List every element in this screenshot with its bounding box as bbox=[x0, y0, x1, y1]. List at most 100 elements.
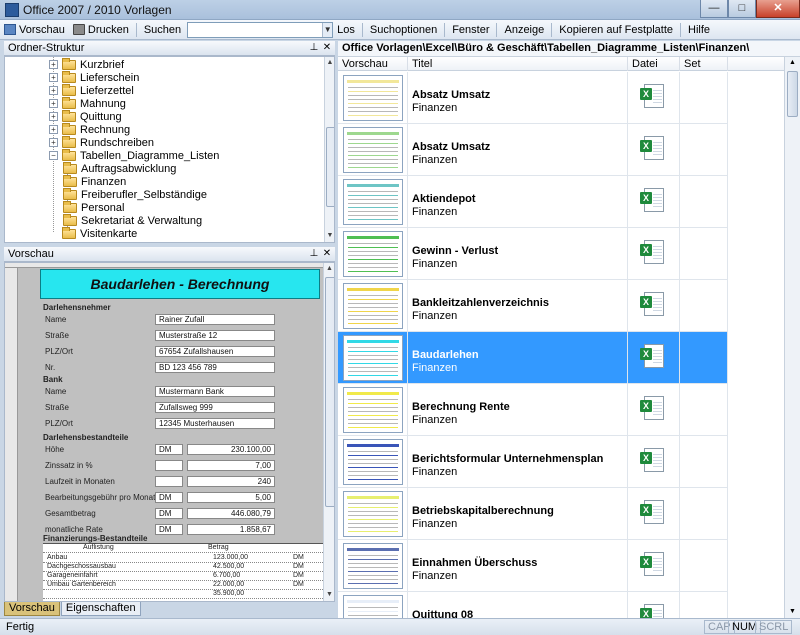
preview-cell[interactable] bbox=[338, 124, 408, 176]
list-item[interactable]: Absatz Umsatz Finanzen bbox=[338, 124, 784, 176]
search-dropdown-icon[interactable]: ▼ bbox=[322, 22, 333, 37]
file-cell[interactable] bbox=[628, 332, 680, 384]
excel-file-icon[interactable] bbox=[640, 240, 664, 264]
tree-item[interactable]: Auftragsabwicklung bbox=[63, 161, 176, 175]
close-icon[interactable]: ✕ bbox=[322, 41, 332, 55]
close-icon[interactable]: ✕ bbox=[322, 247, 332, 261]
tree-item[interactable]: Visitenkarte bbox=[49, 226, 137, 240]
expander-icon[interactable]: − bbox=[49, 151, 58, 160]
preview-cell[interactable] bbox=[338, 228, 408, 280]
column-file[interactable]: Datei bbox=[628, 57, 680, 71]
template-thumbnail[interactable] bbox=[343, 335, 403, 381]
tree-scroll-thumb[interactable] bbox=[326, 127, 334, 207]
tree-item[interactable]: Sekretariat & Verwaltung bbox=[63, 213, 202, 227]
tab-properties[interactable]: Eigenschaften bbox=[60, 602, 141, 616]
scroll-down-icon[interactable]: ▼ bbox=[325, 230, 334, 242]
preview-cell[interactable] bbox=[338, 540, 408, 592]
file-cell[interactable] bbox=[628, 124, 680, 176]
template-thumbnail[interactable] bbox=[343, 543, 403, 589]
preview-cell[interactable] bbox=[338, 280, 408, 332]
excel-file-icon[interactable] bbox=[640, 84, 664, 108]
title-cell[interactable]: Betriebskapitalberechnung Finanzen bbox=[408, 488, 628, 540]
title-cell[interactable]: Absatz Umsatz Finanzen bbox=[408, 124, 628, 176]
preview-cell[interactable] bbox=[338, 488, 408, 540]
list-item[interactable]: Aktiendepot Finanzen bbox=[338, 176, 784, 228]
expander-icon[interactable]: + bbox=[49, 86, 58, 95]
file-cell[interactable] bbox=[628, 384, 680, 436]
tree-item[interactable]: + Lieferschein bbox=[49, 70, 139, 84]
file-cell[interactable] bbox=[628, 72, 680, 124]
pin-icon[interactable]: ⊥ bbox=[309, 247, 319, 261]
scroll-up-icon[interactable]: ▲ bbox=[325, 57, 334, 69]
tree-item[interactable]: + Lieferzettel bbox=[49, 83, 134, 97]
excel-file-icon[interactable] bbox=[640, 344, 664, 368]
list-scrollbar[interactable]: ▲ ▼ bbox=[784, 57, 800, 618]
title-cell[interactable]: Aktiendepot Finanzen bbox=[408, 176, 628, 228]
help-menu[interactable]: Hilfe bbox=[684, 21, 714, 39]
scroll-down-icon[interactable]: ▼ bbox=[785, 606, 800, 618]
tree-item[interactable]: − Tabellen_Diagramme_Listen bbox=[49, 148, 219, 162]
window-menu[interactable]: Fenster bbox=[448, 21, 493, 39]
title-cell[interactable]: Bankleitzahlenverzeichnis Finanzen bbox=[408, 280, 628, 332]
excel-file-icon[interactable] bbox=[640, 396, 664, 420]
column-title[interactable]: Titel bbox=[408, 57, 628, 71]
list-item[interactable]: Quittung 08Finanzen bbox=[338, 592, 784, 618]
tree-scrollbar[interactable]: ▲ ▼ bbox=[324, 57, 334, 242]
template-thumbnail[interactable] bbox=[343, 439, 403, 485]
title-cell[interactable]: Quittung 08Finanzen bbox=[408, 592, 628, 618]
template-thumbnail[interactable] bbox=[343, 283, 403, 329]
template-thumbnail[interactable] bbox=[343, 595, 403, 618]
list-item[interactable]: Absatz Umsatz Finanzen bbox=[338, 72, 784, 124]
preview-cell[interactable] bbox=[338, 592, 408, 618]
list-item[interactable]: Bankleitzahlenverzeichnis Finanzen bbox=[338, 280, 784, 332]
excel-file-icon[interactable] bbox=[640, 500, 664, 524]
list-item[interactable]: Einnahmen Überschuss Finanzen bbox=[338, 540, 784, 592]
template-thumbnail[interactable] bbox=[343, 231, 403, 277]
expander-icon[interactable]: + bbox=[49, 99, 58, 108]
list-item[interactable]: Baudarlehen Finanzen bbox=[338, 332, 784, 384]
list-item[interactable]: Betriebskapitalberechnung Finanzen bbox=[338, 488, 784, 540]
title-cell[interactable]: Berichtsformular Unternehmensplan Finanze… bbox=[408, 436, 628, 488]
maximize-button[interactable]: □ bbox=[728, 0, 756, 18]
template-thumbnail[interactable] bbox=[343, 127, 403, 173]
list-scroll-thumb[interactable] bbox=[787, 71, 798, 117]
excel-file-icon[interactable] bbox=[640, 188, 664, 212]
tree-item[interactable]: Personal bbox=[63, 200, 124, 214]
column-set[interactable]: Set bbox=[680, 57, 728, 71]
title-cell[interactable]: Berechnung Rente Finanzen bbox=[408, 384, 628, 436]
tree-item[interactable]: + Kurzbrief bbox=[49, 57, 124, 71]
file-cell[interactable] bbox=[628, 436, 680, 488]
search-input[interactable]: ▼ bbox=[187, 21, 334, 38]
search-options-button[interactable]: Suchoptionen bbox=[366, 21, 441, 39]
file-cell[interactable] bbox=[628, 592, 680, 618]
column-preview[interactable]: Vorschau bbox=[338, 57, 408, 71]
excel-file-icon[interactable] bbox=[640, 136, 664, 160]
file-cell[interactable] bbox=[628, 176, 680, 228]
scroll-up-icon[interactable]: ▲ bbox=[785, 57, 800, 69]
title-cell[interactable]: Einnahmen Überschuss Finanzen bbox=[408, 540, 628, 592]
copy-to-disk-button[interactable]: Kopieren auf Festplatte bbox=[555, 21, 677, 39]
excel-file-icon[interactable] bbox=[640, 604, 664, 618]
list-item[interactable]: Berechnung Rente Finanzen bbox=[338, 384, 784, 436]
preview-cell[interactable] bbox=[338, 436, 408, 488]
expander-icon[interactable]: + bbox=[49, 112, 58, 121]
title-cell[interactable]: Baudarlehen Finanzen bbox=[408, 332, 628, 384]
tree-item[interactable]: + Quittung bbox=[49, 109, 122, 123]
scroll-down-icon[interactable]: ▼ bbox=[324, 589, 334, 601]
tree-item[interactable]: + Mahnung bbox=[49, 96, 126, 110]
preview-scrollbar[interactable]: ▲ ▼ bbox=[323, 263, 334, 601]
list-item[interactable]: Gewinn - Verlust Finanzen bbox=[338, 228, 784, 280]
list-item[interactable]: Berichtsformular Unternehmensplan Finanze… bbox=[338, 436, 784, 488]
template-thumbnail[interactable] bbox=[343, 387, 403, 433]
excel-file-icon[interactable] bbox=[640, 292, 664, 316]
template-thumbnail[interactable] bbox=[343, 491, 403, 537]
file-cell[interactable] bbox=[628, 540, 680, 592]
expander-icon[interactable]: + bbox=[49, 138, 58, 147]
tab-preview[interactable]: Vorschau bbox=[4, 602, 60, 616]
preview-scroll-thumb[interactable] bbox=[325, 277, 334, 507]
file-cell[interactable] bbox=[628, 488, 680, 540]
excel-file-icon[interactable] bbox=[640, 448, 664, 472]
scroll-up-icon[interactable]: ▲ bbox=[324, 263, 334, 275]
close-button[interactable]: ✕ bbox=[756, 0, 800, 18]
preview-cell[interactable] bbox=[338, 384, 408, 436]
